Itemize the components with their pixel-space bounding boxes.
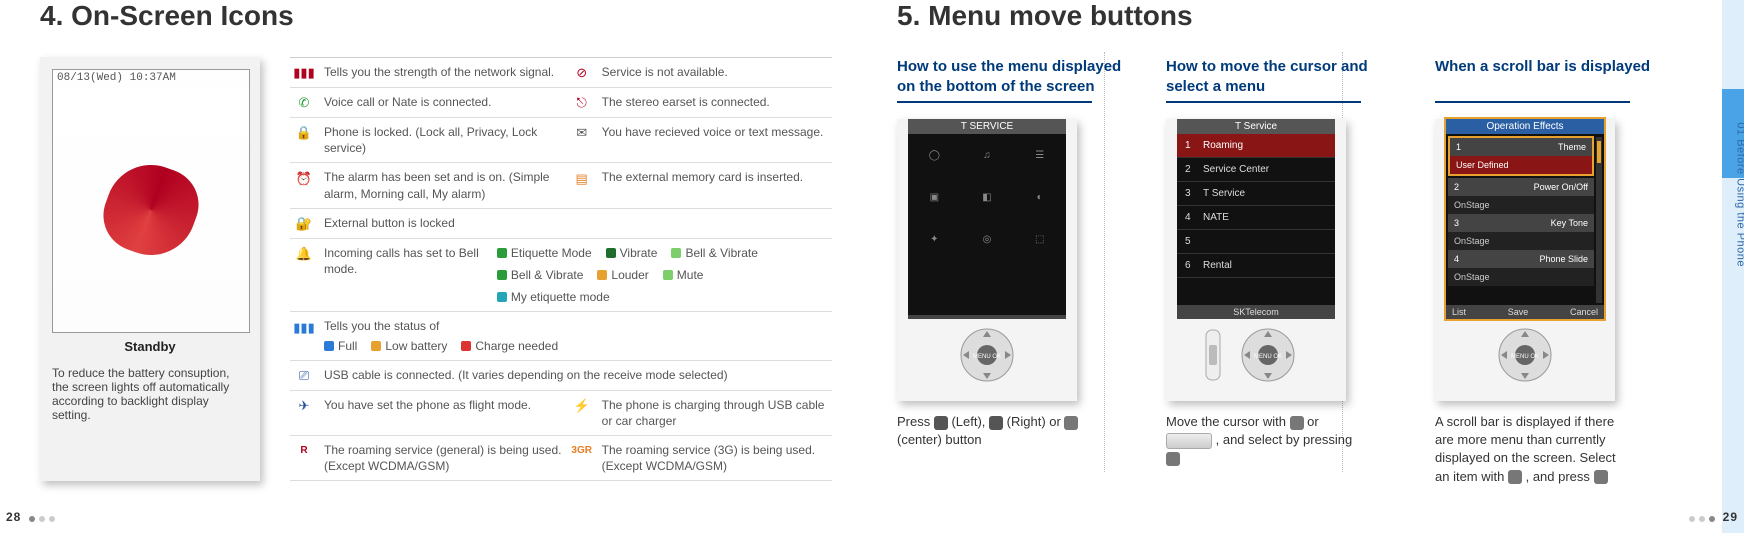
col1-tile: T SERVICE ◯♫☰ ▣◧◐ ✦◎⬚ MENU OK: [897, 119, 1077, 401]
alarm-icon: ⏰: [294, 170, 314, 186]
standby-label: Standby: [52, 339, 248, 354]
signal-desc: Tells you the strength of the network si…: [324, 64, 554, 80]
louder-icon: [597, 270, 607, 280]
vibrate-icon: [606, 248, 616, 258]
dpad-icon: MENU OK: [1465, 325, 1585, 385]
memory-card-icon: ▤: [572, 170, 592, 186]
col-bottom-menu: How to use the menu displayed on the bot…: [897, 57, 1136, 486]
dpad-icon: MENU OK: [927, 325, 1047, 385]
col3-screen: Operation Effects 1Theme User Defined 2P…: [1446, 119, 1604, 319]
left-key-icon: [934, 416, 948, 430]
lock-icon: 🔒: [294, 125, 314, 141]
roaming-desc: The roaming service (general) is being u…: [324, 442, 572, 474]
col-scrollbar: When a scroll bar is displayed Operation…: [1435, 57, 1674, 486]
no-service-desc: Service is not available.: [602, 64, 728, 80]
chapter-label: 01 Before Using the Phone: [1735, 122, 1744, 267]
col1-screen: T SERVICE ◯♫☰ ▣◧◐ ✦◎⬚: [908, 119, 1066, 319]
svg-text:MENU OK: MENU OK: [1254, 354, 1282, 360]
standby-panel: 08/13(Wed) 10:37AM Standby To reduce the…: [40, 57, 260, 481]
page-left: 4. On-Screen Icons 08/13(Wed) 10:37AM St…: [0, 0, 872, 533]
svg-text:MENU OK: MENU OK: [973, 354, 1001, 360]
mute-icon: [663, 270, 673, 280]
svg-text:MENU OK: MENU OK: [1511, 354, 1539, 360]
standby-screen: 08/13(Wed) 10:37AM: [52, 69, 250, 333]
my-etiquette-icon: [497, 292, 507, 302]
nav-key-icon: [1290, 416, 1304, 430]
icon-table: ▮▮▮ Tells you the strength of the network…: [290, 57, 832, 481]
charging-desc: The phone is charging through USB cable …: [602, 397, 828, 429]
bell-vibrate2-icon: [497, 270, 507, 280]
battery-icon: ▮▮▮: [294, 319, 314, 335]
col3-screen-header: Operation Effects: [1446, 119, 1604, 134]
col2-caption: Move the cursor with or , and select by …: [1166, 413, 1356, 468]
flight-desc: You have set the phone as flight mode.: [324, 397, 531, 413]
usb-desc: USB cable is connected. (It varies depen…: [324, 367, 728, 383]
col2-title: How to move the cursor and select a menu: [1166, 57, 1405, 97]
alarm-desc: The alarm has been set and is on. (Simpl…: [324, 169, 572, 201]
page-number-right: 29: [1681, 510, 1738, 525]
ext-lock-desc: External button is locked: [324, 215, 455, 231]
flight-icon: ✈: [294, 398, 314, 414]
col-move-cursor: How to move the cursor and select a menu…: [1166, 57, 1405, 486]
no-service-icon: ⊘: [572, 65, 592, 81]
call-desc: Voice call or Nate is connected.: [324, 94, 491, 110]
bell-vibrate-icon: [671, 248, 681, 258]
col3-title: When a scroll bar is displayed: [1435, 57, 1674, 97]
dpad-with-side: MENU OK: [1196, 325, 1316, 385]
bell-icon: 🔔: [294, 246, 314, 262]
columns: How to use the menu displayed on the bot…: [897, 57, 1704, 486]
message-desc: You have recieved voice or text message.: [602, 124, 824, 140]
scrollbar-thumb: [1597, 141, 1601, 163]
right-key-icon: [989, 416, 1003, 430]
roaming3g-icon: 3GR: [572, 443, 592, 459]
standby-note: To reduce the battery consuption, the sc…: [52, 366, 248, 422]
standby-wallpaper: [93, 152, 208, 267]
center-key-icon: [1064, 416, 1078, 430]
bell-desc: Incoming calls has set to Bell mode.: [324, 245, 497, 277]
page-number-left: 28: [6, 510, 63, 525]
col2-screen: T Service 1Roaming 2Service Center 3T Se…: [1177, 119, 1335, 319]
battery-low-icon: [371, 341, 381, 351]
col3-tile: Operation Effects 1Theme User Defined 2P…: [1435, 119, 1615, 401]
roaming-icon: R: [294, 443, 314, 459]
call-icon: ✆: [294, 95, 314, 111]
memory-card-desc: The external memory card is inserted.: [602, 169, 803, 185]
battery-charge-icon: [461, 341, 471, 351]
ok-key-icon: [1594, 470, 1608, 484]
battery-desc: Tells you the status of: [324, 318, 828, 334]
etiquette-icon: [497, 248, 507, 258]
col2-tile: T Service 1Roaming 2Service Center 3T Se…: [1166, 119, 1346, 401]
ok-key-icon: [1166, 452, 1180, 466]
usb-icon: ⎚: [294, 368, 314, 384]
signal-icon: ▮▮▮: [294, 65, 314, 81]
col1-caption: Press (Left), (Right) or (center) button: [897, 413, 1087, 449]
heading-left: 4. On-Screen Icons: [40, 0, 832, 32]
roaming3g-desc: The roaming service (3G) is being used. …: [602, 442, 828, 474]
earset-desc: The stereo earset is connected.: [602, 94, 770, 110]
earset-icon: ⎋: [572, 95, 592, 111]
col1-screen-header: T SERVICE: [908, 119, 1066, 134]
ring-modes: Etiquette Mode Vibrate Bell & Vibrate Be…: [497, 245, 828, 306]
lock-desc: Phone is locked. (Lock all, Privacy, Loc…: [324, 124, 572, 156]
col2-screen-header: T Service: [1177, 119, 1335, 134]
col1-title: How to use the menu displayed on the bot…: [897, 57, 1136, 97]
ext-lock-icon: 🔐: [294, 216, 314, 232]
charging-icon: ⚡: [572, 398, 592, 414]
col3-caption: A scroll bar is displayed if there are m…: [1435, 413, 1625, 486]
battery-full-icon: [324, 341, 334, 351]
side-key-icon: [1166, 433, 1212, 449]
nav-key-icon: [1508, 470, 1522, 484]
heading-right: 5. Menu move buttons: [897, 0, 1704, 32]
page-right: 5. Menu move buttons How to use the menu…: [872, 0, 1744, 533]
standby-status-text: 08/13(Wed) 10:37AM: [53, 70, 249, 86]
message-icon: ✉: [572, 125, 592, 141]
